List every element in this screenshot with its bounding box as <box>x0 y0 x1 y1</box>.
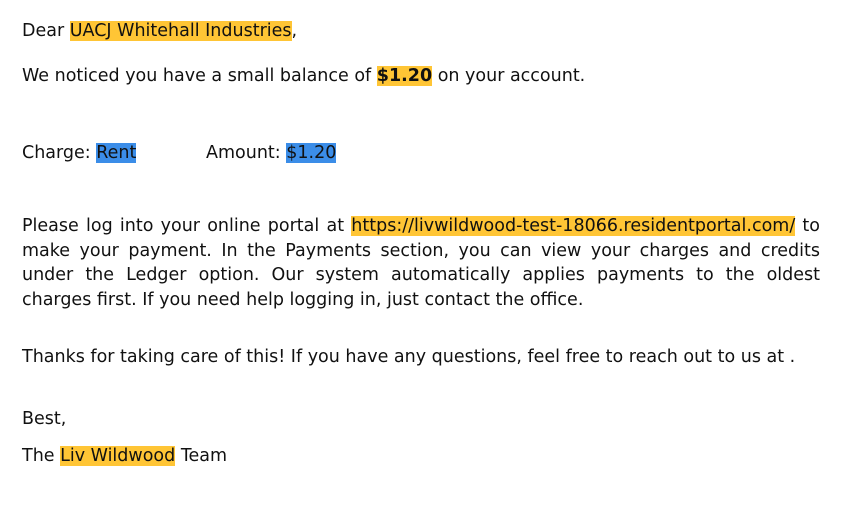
balance-amount: $1.20 <box>376 66 433 86</box>
closing-line: Best, <box>22 409 67 429</box>
amount-line: Amount: $1.20 <box>206 141 337 165</box>
amount-label: Amount: <box>206 143 287 163</box>
balance-line: We noticed you have a small balance of $… <box>22 64 585 88</box>
greeting-prefix: Dear <box>22 21 70 41</box>
balance-prefix: We noticed you have a small balance of <box>22 66 377 86</box>
signature-suffix: Team <box>175 446 228 466</box>
charge-value: Rent <box>96 143 137 163</box>
thanks-paragraph: Thanks for taking care of this! If you h… <box>22 347 796 367</box>
signature-line: The Liv Wildwood Team <box>22 444 227 468</box>
portal-paragraph: Please log into your online portal at ht… <box>22 214 820 312</box>
signature-prefix: The <box>22 446 61 466</box>
email-letter: Dear UACJ Whitehall Industries, We notic… <box>0 0 865 529</box>
amount-value: $1.20 <box>286 143 337 163</box>
greeting-suffix: , <box>291 21 298 41</box>
greeting-line: Dear UACJ Whitehall Industries, <box>22 19 297 43</box>
charge-line: Charge: Rent <box>22 141 137 165</box>
recipient-name: UACJ Whitehall Industries <box>69 21 292 41</box>
charge-label: Charge: <box>22 143 97 163</box>
signature-company: Liv Wildwood <box>60 446 176 466</box>
portal-link[interactable]: https://livwildwood-test-18066.residentp… <box>351 216 796 236</box>
portal-prefix: Please log into your online portal at <box>22 216 352 236</box>
balance-suffix: on your account. <box>432 66 586 86</box>
